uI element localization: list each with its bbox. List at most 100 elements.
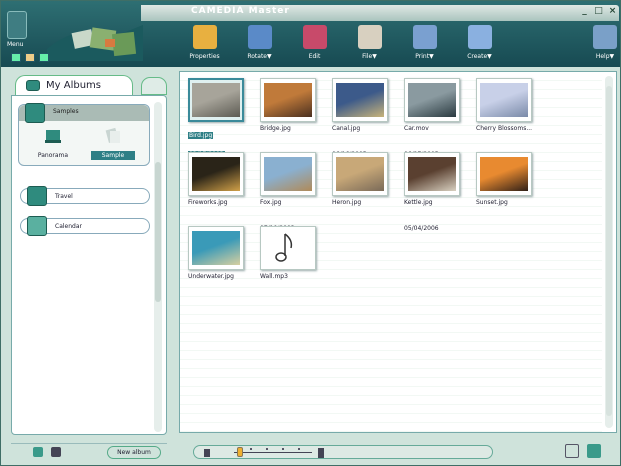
albums-panel: My Albums Samples Panorama Sample Travel…	[9, 71, 169, 463]
thumbnail-image[interactable]	[188, 78, 244, 122]
album-samples-header[interactable]: Samples	[19, 103, 149, 123]
photo-thumbnail	[192, 231, 240, 265]
view-switcher	[11, 53, 49, 62]
thumbnail-item[interactable]: Fireworks.jpg	[188, 152, 254, 206]
view-list-icon[interactable]	[39, 53, 49, 62]
view-tree-icon[interactable]	[25, 53, 35, 62]
tab-other-icon[interactable]	[141, 77, 167, 95]
toolbar-button-rotate[interactable]: Rotate▼	[232, 25, 287, 65]
toolbar-button-properties[interactable]: Properties	[177, 25, 232, 65]
album-travel-name: Travel	[55, 193, 73, 200]
view-grid-icon[interactable]	[11, 53, 21, 62]
minimize-button[interactable]: _	[579, 6, 590, 17]
album-footer: New album	[11, 443, 167, 461]
thumbnail-item[interactable]: Sunset.jpg	[476, 152, 542, 206]
thumbnail-date: 05/04/2006	[404, 225, 439, 232]
detail-view-icon[interactable]	[51, 447, 61, 457]
thumbnail-filename: Wall.mp3	[260, 273, 288, 280]
thumbnail-image[interactable]	[260, 226, 316, 270]
thumbnail-item[interactable]: Fox.jpg07/10/2003	[260, 152, 326, 232]
toolbar: Properties Rotate▼ Edit File▼ Print▼ Create▼	[177, 25, 507, 65]
thumbnail-image[interactable]	[188, 152, 244, 196]
thumbnail-item[interactable]: Car.mov06/27/2005	[404, 78, 470, 158]
toolbar-label: File▼	[362, 53, 377, 60]
thumbnail-item[interactable]: Canal.jpg06/16/2005	[332, 78, 398, 158]
main-scrollbar[interactable]	[605, 76, 613, 428]
zoom-slider[interactable]	[193, 445, 493, 459]
close-button[interactable]: ×	[607, 6, 618, 17]
photo-thumbnail	[336, 83, 384, 117]
thumbnail-item[interactable]: Bird.jpg02/17/2003	[188, 78, 254, 160]
album-travel[interactable]: Travel	[20, 186, 150, 206]
thumbnail-filename: Fox.jpg	[260, 199, 282, 206]
status-bar	[179, 441, 617, 463]
toolbar-button-create[interactable]: Create▼	[452, 25, 507, 65]
thumbnail-view-icon[interactable]	[33, 447, 43, 457]
thumbnail-image[interactable]	[332, 152, 388, 196]
zoom-in-icon[interactable]	[318, 448, 324, 458]
toolbar-label: Create▼	[467, 53, 492, 60]
subalbum-panorama[interactable]: Panorama	[31, 127, 75, 160]
subalbum-sample-label: Sample	[91, 151, 135, 160]
subalbum-sample[interactable]: Sample	[91, 127, 135, 160]
toolbar-label: Print▼	[415, 53, 434, 60]
tab-my-albums-label: My Albums	[46, 80, 101, 91]
maximize-button[interactable]: □	[593, 6, 604, 17]
thumbnail-item[interactable]: Underwater.jpg	[188, 226, 254, 280]
fit-icon[interactable]	[565, 444, 579, 458]
thumbnail-image[interactable]	[260, 78, 316, 122]
thumbnail-item[interactable]: Bridge.jpg	[260, 78, 326, 132]
thumbnail-filename: Underwater.jpg	[188, 273, 234, 280]
create-icon	[467, 25, 492, 49]
zoom-tick	[298, 448, 300, 450]
new-album-button[interactable]: New album	[107, 446, 161, 459]
main-scroll-thumb[interactable]	[606, 86, 612, 416]
photo-thumbnail	[192, 83, 240, 117]
photo-thumbnail	[264, 157, 312, 191]
album-samples[interactable]: Samples Panorama Sample	[18, 103, 150, 166]
thumbnail-filename: Kettle.jpg	[404, 199, 433, 206]
properties-icon	[192, 25, 217, 49]
thumbnail-item[interactable]: Heron.jpg	[332, 152, 398, 206]
toolbar-label: Properties	[189, 53, 220, 60]
album-calendar-icon	[27, 216, 47, 236]
tab-my-albums[interactable]: My Albums	[15, 75, 133, 95]
toolbar-label: Rotate▼	[247, 53, 272, 60]
thumbnail-image[interactable]	[188, 226, 244, 270]
zoom-track-line	[234, 452, 312, 453]
zoom-tick	[250, 448, 252, 450]
help-button[interactable]: Help▼	[591, 25, 619, 65]
zoom-out-icon[interactable]	[204, 449, 210, 457]
thumbnail-image[interactable]	[260, 152, 316, 196]
zoom-tick	[266, 448, 268, 450]
toolbar-button-print[interactable]: Print▼	[397, 25, 452, 65]
thumbnail-item[interactable]: Kettle.jpg 05/04/2006	[404, 152, 470, 232]
subalbum-panorama-label: Panorama	[37, 152, 69, 159]
slideshow-icon[interactable]	[587, 444, 601, 458]
album-samples-name: Samples	[53, 108, 79, 115]
thumbnail-image[interactable]	[476, 152, 532, 196]
menu-button[interactable]	[7, 11, 27, 39]
toolbar-label: Edit	[308, 53, 321, 60]
thumbnail-image[interactable]	[476, 78, 532, 122]
album-calendar[interactable]: Calendar	[20, 216, 150, 236]
help-label: Help▼	[595, 53, 615, 60]
photo-thumbnail	[192, 157, 240, 191]
album-scrollbar[interactable]	[154, 102, 162, 432]
zoom-thumb[interactable]	[236, 447, 243, 457]
toolbar-button-file[interactable]: File▼	[342, 25, 397, 65]
thumbnail-image[interactable]	[332, 78, 388, 122]
thumbnail-item[interactable]: Wall.mp3	[260, 226, 326, 280]
thumbnail-item[interactable]: Cherry Blossoms...	[476, 78, 542, 132]
photo-thumbnail	[408, 157, 456, 191]
thumbnail-area: Bird.jpg02/17/2003 Bridge.jpg Canal.jpg06/…	[179, 71, 617, 433]
toolbar-button-edit[interactable]: Edit	[287, 25, 342, 65]
thumbnail-filename: Bridge.jpg	[260, 125, 291, 132]
album-scroll-thumb[interactable]	[155, 162, 161, 302]
thumbnail-filename: Canal.jpg	[332, 125, 361, 132]
thumbnail-image[interactable]	[404, 152, 460, 196]
music-note-icon	[275, 233, 293, 262]
file-icon	[357, 25, 382, 49]
thumbnail-image[interactable]	[404, 78, 460, 122]
photo-thumbnail	[480, 157, 528, 191]
